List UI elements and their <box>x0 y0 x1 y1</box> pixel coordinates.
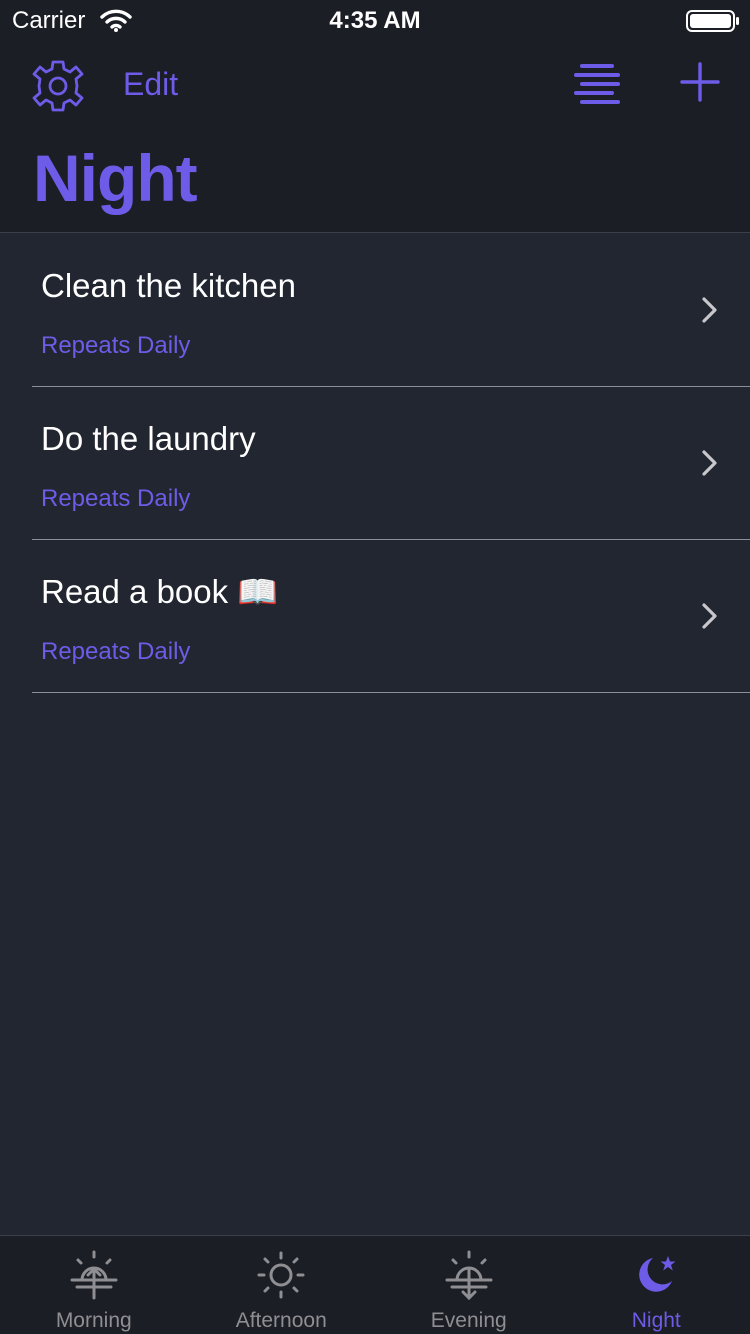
page-title: Night <box>33 141 198 215</box>
task-row[interactable]: Read a book 📖 Repeats Daily <box>0 540 750 693</box>
task-row[interactable]: Clean the kitchen Repeats Daily <box>0 234 750 387</box>
task-list: Clean the kitchen Repeats Daily Do the l… <box>0 234 750 693</box>
moon-star-icon <box>639 1256 676 1292</box>
task-repeat-label: Repeats Daily <box>41 638 191 665</box>
task-title: Clean the kitchen <box>41 267 296 304</box>
battery-icon <box>686 10 739 32</box>
tab-bar: Morning Afternoon Evening Night <box>0 1235 750 1334</box>
task-row[interactable]: Do the laundry Repeats Daily <box>0 387 750 540</box>
tab-label: Evening <box>430 1309 507 1332</box>
tab-night[interactable]: Night <box>563 1236 750 1334</box>
gear-icon[interactable] <box>30 58 86 114</box>
task-title: Read a book 📖 <box>41 573 279 610</box>
task-repeat-label: Repeats Daily <box>41 332 191 359</box>
chevron-right-icon <box>702 603 717 629</box>
sunset-icon <box>445 1250 493 1300</box>
tab-afternoon[interactable]: Afternoon <box>188 1236 376 1334</box>
tab-label: Afternoon <box>235 1309 327 1332</box>
row-separator <box>32 692 750 693</box>
sort-lines-icon[interactable] <box>572 62 622 104</box>
tab-label: Morning <box>55 1309 132 1332</box>
chevron-right-icon <box>702 450 717 476</box>
plus-icon[interactable] <box>680 62 720 102</box>
edit-button[interactable]: Edit <box>123 66 178 103</box>
task-repeat-label: Repeats Daily <box>41 485 191 512</box>
tab-label: Night <box>631 1309 681 1332</box>
task-title: Do the laundry <box>41 420 256 457</box>
tab-morning[interactable]: Morning <box>0 1236 188 1334</box>
tab-evening[interactable]: Evening <box>375 1236 563 1334</box>
chevron-right-icon <box>702 297 717 323</box>
sun-icon <box>257 1251 305 1299</box>
navigation-header: Carrier 4:35 AM Edit Night <box>0 0 750 233</box>
status-bar: Carrier 4:35 AM <box>0 0 750 40</box>
clock: 4:35 AM <box>329 7 421 34</box>
sunrise-icon <box>70 1250 118 1300</box>
